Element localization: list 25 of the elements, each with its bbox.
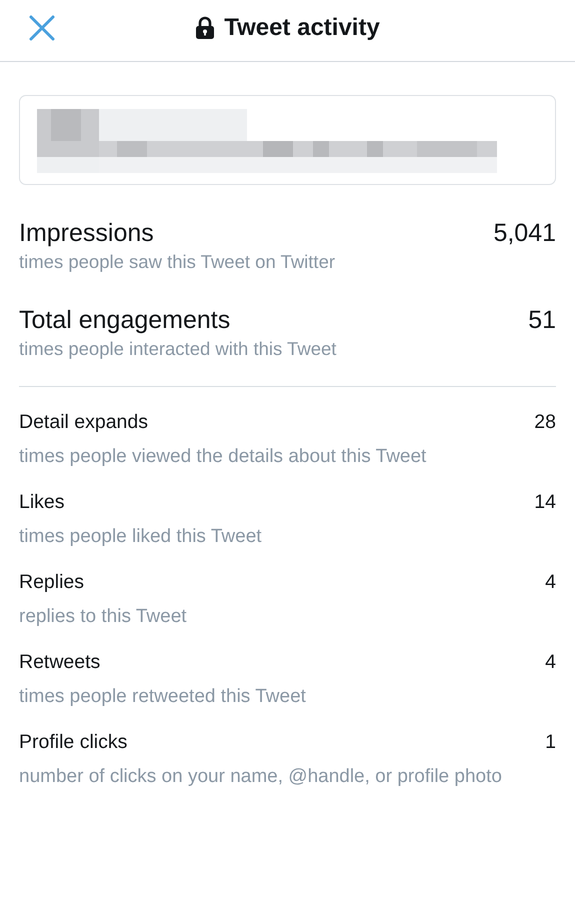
metric-value: 5,041 — [493, 219, 556, 248]
metric-description: times people retweeted this Tweet — [19, 685, 307, 709]
close-icon — [29, 15, 55, 41]
window-title: Tweet activity — [224, 14, 380, 42]
metric-label: Detail expands — [19, 411, 148, 434]
metric-description: times people saw this Tweet on Twitter — [19, 251, 336, 273]
metric-label: Total engagements — [19, 306, 230, 335]
metric-value: 14 — [534, 491, 556, 514]
metric-description: replies to this Tweet — [19, 605, 188, 629]
metric-value: 4 — [545, 651, 556, 674]
metric-label: Replies — [19, 571, 84, 594]
metric-label: Impressions — [19, 219, 154, 248]
metric-value: 4 — [545, 571, 556, 594]
close-button[interactable] — [29, 15, 55, 41]
metric-label: Likes — [19, 491, 65, 514]
metric-description: times people interacted with this Tweet — [19, 338, 338, 360]
metric-value: 51 — [528, 306, 556, 335]
metric-value: 1 — [545, 731, 556, 754]
metric-description: times people viewed the details about this Tweet — [19, 445, 428, 469]
metric-label: Profile clicks — [19, 731, 128, 754]
metric-description: number of clicks on your name, @handle, or profile photo — [19, 765, 503, 789]
metric-description: times people liked this Tweet — [19, 525, 263, 549]
lock-icon — [195, 16, 216, 40]
metric-value: 28 — [534, 411, 556, 434]
metric-label: Retweets — [19, 651, 100, 674]
